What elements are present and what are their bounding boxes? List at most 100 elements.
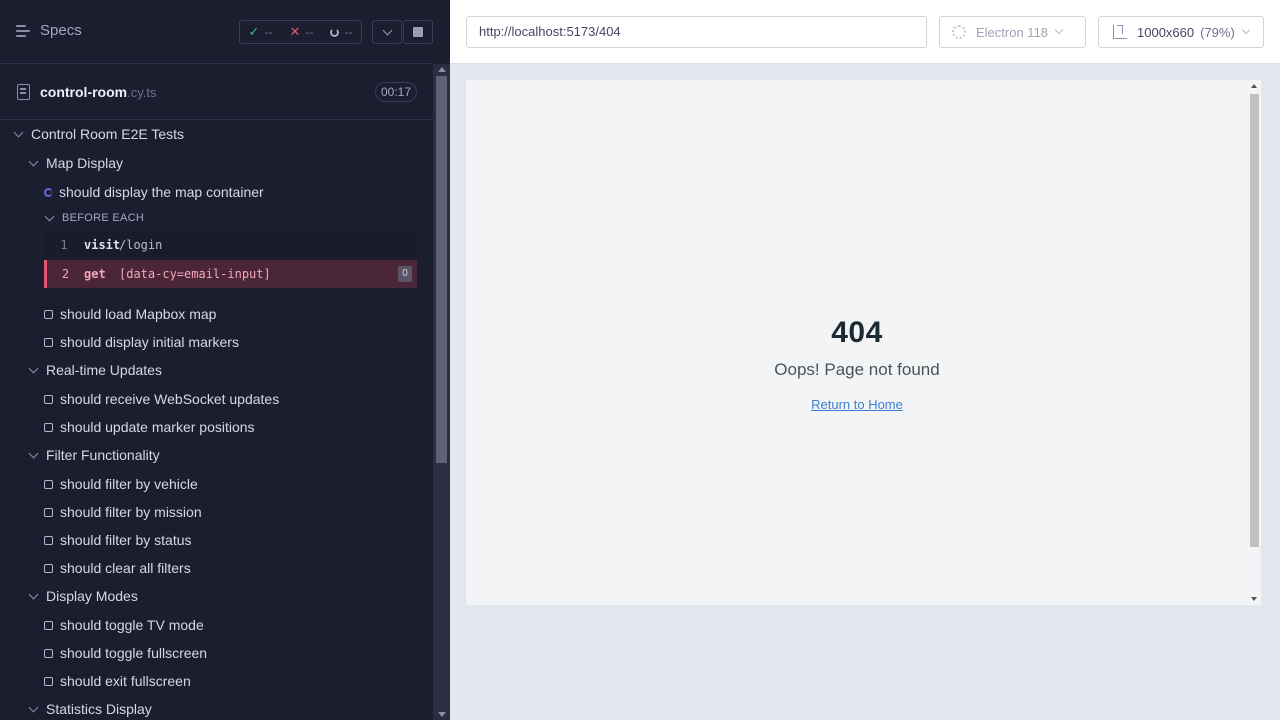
test-row[interactable]: should update marker positions [0, 416, 433, 438]
suite-row-label: Display Modes [46, 588, 138, 604]
pending-stat: -- [330, 25, 352, 39]
chevron-down-icon [28, 448, 39, 458]
test-row-label: should filter by status [60, 532, 192, 548]
frame-scrollbar[interactable] [1248, 80, 1261, 605]
suite-row-label: Filter Functionality [46, 447, 160, 463]
suite-row[interactable]: Statistics Display [0, 698, 433, 720]
test-row-label: should display initial markers [60, 334, 239, 350]
chevron-down-icon [1241, 25, 1251, 35]
chevron-down-icon [28, 702, 39, 712]
failed-stat: ✕ -- [290, 24, 314, 40]
spec-extension: .cy.ts [127, 85, 157, 100]
suite-row-label: Real-time Updates [46, 362, 162, 378]
url-bar[interactable]: http://localhost:5173/404 [466, 16, 927, 48]
test-row[interactable]: should filter by vehicle [0, 473, 433, 495]
check-icon: ✓ [248, 24, 260, 39]
viewport-scale: (79%) [1200, 24, 1235, 40]
command-arg: /login [119, 238, 163, 252]
browser-selector[interactable]: Electron 118 [939, 16, 1086, 48]
test-row-label: should filter by vehicle [60, 476, 198, 492]
pending-test-icon [44, 563, 53, 573]
electron-icon [952, 25, 966, 39]
test-row[interactable]: should filter by mission [0, 501, 433, 523]
pending-test-icon [44, 337, 53, 347]
test-row[interactable]: should display the map container [0, 181, 433, 203]
test-row-label: should filter by mission [60, 504, 202, 520]
scrollbar-thumb[interactable] [436, 76, 447, 463]
specs-list-icon [16, 24, 32, 37]
suite-row[interactable]: Filter Functionality [0, 444, 433, 466]
options-dropdown-button[interactable] [372, 20, 402, 44]
test-row[interactable]: should filter by status [0, 529, 433, 551]
scroll-up-icon[interactable] [1251, 84, 1257, 88]
test-row-label: should receive WebSocket updates [60, 391, 280, 407]
command-number: 2 [61, 267, 70, 281]
scroll-down-icon[interactable] [438, 712, 446, 717]
pending-icon [330, 27, 340, 37]
command-number: 1 [60, 238, 68, 252]
test-row-label: should load Mapbox map [60, 306, 217, 322]
specs-label: Specs [40, 22, 82, 39]
return-home-link[interactable]: Return to Home [811, 397, 903, 412]
suite-row[interactable]: Control Room E2E Tests [0, 123, 433, 145]
reporter-scrollbar[interactable] [433, 64, 450, 720]
error-code: 404 [831, 316, 883, 349]
pending-test-icon [44, 309, 53, 319]
reporter-panel: Specs ✓ -- ✕ -- -- control-room.cy.ts 00:1… [0, 0, 450, 720]
test-row[interactable]: should receive WebSocket updates [0, 388, 433, 410]
file-icon [17, 84, 30, 100]
suite-row-label: Control Room E2E Tests [31, 126, 185, 142]
test-row[interactable]: should toggle TV mode [0, 614, 433, 636]
spec-name-text: control-room [40, 84, 128, 100]
stop-button[interactable] [403, 20, 433, 44]
test-row[interactable]: should load Mapbox map [0, 303, 433, 325]
command-arg: [data-cy=email-input] [119, 267, 271, 281]
preview-panel: http://localhost:5173/404 Electron 118 1… [450, 0, 1280, 720]
test-row-label: should clear all filters [60, 560, 191, 576]
command-name: get [84, 267, 106, 281]
passed-count: -- [264, 25, 273, 39]
not-found-content: 404 Oops! Page not found Return to Home [466, 316, 1248, 414]
spec-duration: 00:17 [374, 82, 417, 102]
pending-test-icon [44, 676, 53, 686]
command-row[interactable]: 1 visit /login [44, 232, 417, 258]
pending-test-icon [44, 507, 53, 517]
suite-row[interactable]: Real-time Updates [0, 359, 433, 381]
test-row[interactable]: should clear all filters [0, 557, 433, 579]
pending-test-icon [44, 648, 53, 658]
viewport-selector[interactable]: 1000x660 (79%) [1098, 16, 1264, 48]
chevron-down-icon [28, 363, 39, 373]
specs-button[interactable]: Specs [16, 22, 82, 39]
pending-test-icon [44, 535, 53, 545]
frame-scrollbar-thumb[interactable] [1250, 94, 1259, 547]
chevron-down-icon [28, 589, 39, 599]
pending-test-icon [44, 620, 53, 630]
spec-header: control-room.cy.ts 00:17 [0, 64, 433, 120]
pending-test-icon [44, 479, 53, 489]
spec-name: control-room.cy.ts [40, 84, 156, 100]
test-row-label: should toggle fullscreen [60, 645, 208, 661]
test-row-label: should exit fullscreen [60, 673, 191, 689]
suite-row[interactable]: Map Display [0, 152, 433, 174]
test-row[interactable]: should exit fullscreen [0, 670, 433, 692]
reporter-header: Specs ✓ -- ✕ -- -- [0, 0, 433, 64]
preview-toolbar: http://localhost:5173/404 Electron 118 1… [450, 0, 1280, 64]
test-row[interactable]: should display initial markers [0, 331, 433, 353]
passed-stat: ✓ -- [249, 24, 273, 40]
scroll-up-icon[interactable] [438, 67, 446, 72]
app-under-test-frame: 404 Oops! Page not found Return to Home [466, 80, 1261, 605]
chevron-down-icon [13, 127, 24, 137]
x-icon: ✕ [289, 24, 301, 39]
chevron-down-icon [382, 25, 392, 36]
pending-test-icon [44, 394, 53, 404]
command-row-active[interactable]: 2 get [data-cy=email-input] 0 [44, 260, 417, 288]
test-row-label: should update marker positions [60, 419, 255, 435]
stop-icon [413, 27, 423, 37]
suite-row[interactable]: Display Modes [0, 585, 433, 607]
test-stats: ✓ -- ✕ -- -- [239, 20, 362, 44]
hook-row[interactable]: BEFORE EACH [0, 207, 433, 229]
error-message: Oops! Page not found [774, 360, 940, 379]
test-row[interactable]: should toggle fullscreen [0, 642, 433, 664]
scroll-down-icon[interactable] [1251, 597, 1257, 601]
pending-count: -- [344, 25, 353, 39]
